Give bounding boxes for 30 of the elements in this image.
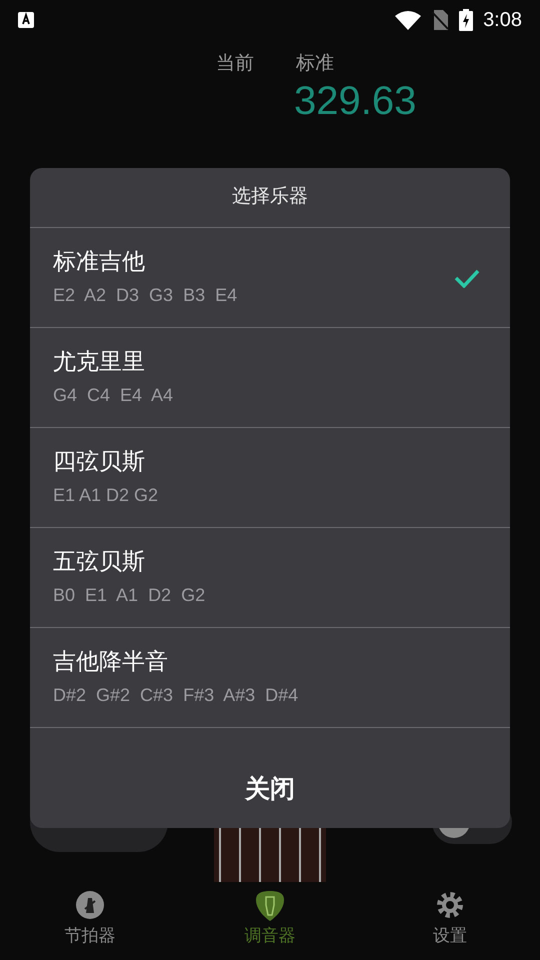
tuning-notes: E2 A2 D3 G3 B3 E4	[53, 284, 238, 307]
instrument-option[interactable]: 四弦贝斯 E1 A1 D2 G2	[30, 428, 510, 528]
instrument-option[interactable]: 五弦贝斯 B0 E1 A1 D2 G2	[30, 528, 510, 628]
instrument-name: 标准吉他	[53, 247, 146, 276]
instrument-name: 五弦贝斯	[53, 547, 146, 576]
close-button[interactable]: 关闭	[30, 752, 510, 828]
instrument-name: 四弦贝斯	[53, 447, 146, 476]
current-label: 当前	[216, 52, 254, 76]
wifi-icon	[395, 10, 422, 30]
instrument-option[interactable]: 尤克里里 G4 C4 E4 A4	[30, 328, 510, 428]
nav-tab[interactable]: 调音器	[180, 880, 360, 960]
tuning-notes: B0 E1 A1 D2 G2	[53, 584, 206, 607]
instrument-name: 吉他降半音	[53, 647, 169, 676]
app-notification-icon	[18, 12, 34, 28]
metronome-icon	[75, 891, 105, 922]
status-time: 3:08	[483, 8, 522, 33]
dialog-title: 选择乐器	[232, 185, 308, 210]
instrument-option[interactable]: 吉他降半音 D#2 G#2 C#3 F#3 A#3 D#4	[30, 628, 510, 728]
nav-tab[interactable]: 节拍器	[0, 880, 180, 960]
tuning-notes: E1 A1 D2 G2	[53, 484, 158, 507]
battery-charging-icon	[459, 9, 474, 31]
guitar-pick-icon	[255, 891, 285, 922]
standard-label: 标准	[296, 52, 334, 76]
instrument-option[interactable]: 标准吉他 E2 A2 D3 G3 B3 E4	[30, 228, 510, 328]
tuning-notes: D#2 G#2 C#3 F#3 A#3 D#4	[53, 684, 298, 707]
nav-tab[interactable]: 设置	[360, 880, 540, 960]
tuning-notes: G4 C4 E4 A4	[53, 384, 174, 407]
instrument-name: 尤克里里	[53, 347, 146, 376]
no-sim-icon	[431, 10, 450, 30]
frequency-reading: 329.63	[294, 78, 416, 122]
